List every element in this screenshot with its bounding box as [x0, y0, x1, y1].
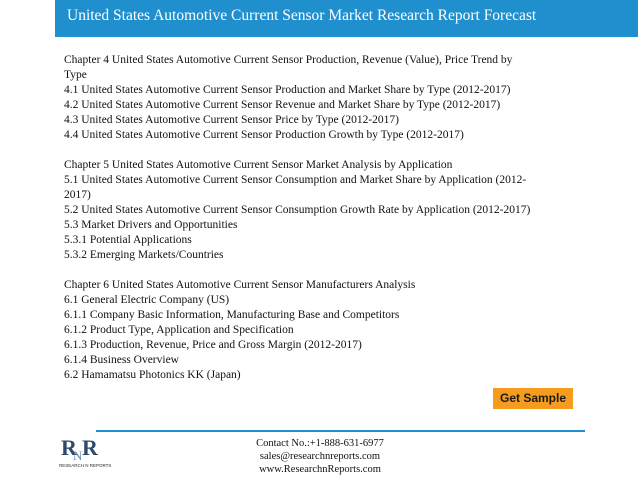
toc-line: 6.2 Hamamatsu Photonics KK (Japan)	[64, 369, 241, 381]
svg-text:R: R	[82, 435, 99, 460]
toc-section-chapter-6: Chapter 6 United States Automotive Curre…	[64, 278, 584, 383]
contact-info: Contact No.:+1-888-631-6977 sales@resear…	[220, 437, 420, 476]
toc-line: Chapter 5 United States Automotive Curre…	[64, 159, 453, 171]
toc-line: 5.3 Market Drivers and Opportunities	[64, 219, 238, 231]
header-bar: United States Automotive Current Sensor …	[55, 0, 638, 37]
page-title: United States Automotive Current Sensor …	[67, 7, 537, 24]
toc-line: 6.1.3 Production, Revenue, Price and Gro…	[64, 339, 362, 351]
get-sample-button[interactable]: Get Sample	[493, 388, 573, 409]
toc-line: Chapter 6 United States Automotive Curre…	[64, 279, 416, 291]
toc-content: Chapter 4 United States Automotive Curre…	[64, 53, 584, 398]
toc-line: 5.3.2 Emerging Markets/Countries	[64, 249, 224, 261]
toc-line: 2017)	[64, 189, 91, 201]
toc-line: 4.1 United States Automotive Current Sen…	[64, 84, 511, 96]
contact-website[interactable]: www.ResearchnReports.com	[220, 463, 420, 476]
toc-line: Chapter 4 United States Automotive Curre…	[64, 54, 513, 66]
toc-line: 5.2 United States Automotive Current Sen…	[64, 204, 531, 216]
contact-email[interactable]: sales@researchnreports.com	[220, 450, 420, 463]
toc-line: 6.1.4 Business Overview	[64, 354, 179, 366]
toc-section-chapter-5: Chapter 5 United States Automotive Curre…	[64, 158, 584, 263]
toc-line: Type	[64, 69, 87, 81]
toc-line: 4.2 United States Automotive Current Sen…	[64, 99, 501, 111]
toc-line: 6.1 General Electric Company (US)	[64, 294, 230, 306]
toc-line: 6.1.1 Company Basic Information, Manufac…	[64, 309, 400, 321]
footer-divider	[96, 430, 585, 432]
toc-line: 4.4 United States Automotive Current Sen…	[64, 129, 464, 141]
toc-line: 5.3.1 Potential Applications	[64, 234, 192, 246]
contact-phone: Contact No.:+1-888-631-6977	[256, 438, 384, 449]
toc-line: 6.1.2 Product Type, Application and Spec…	[64, 324, 294, 336]
toc-line: 5.1 United States Automotive Current Sen…	[64, 174, 527, 186]
toc-section-chapter-4: Chapter 4 United States Automotive Curre…	[64, 53, 584, 143]
toc-line: 4.3 United States Automotive Current Sen…	[64, 114, 399, 126]
logo-text: RESEARCH N REPORTS	[59, 463, 112, 468]
logo-icon: R N R	[61, 435, 99, 463]
